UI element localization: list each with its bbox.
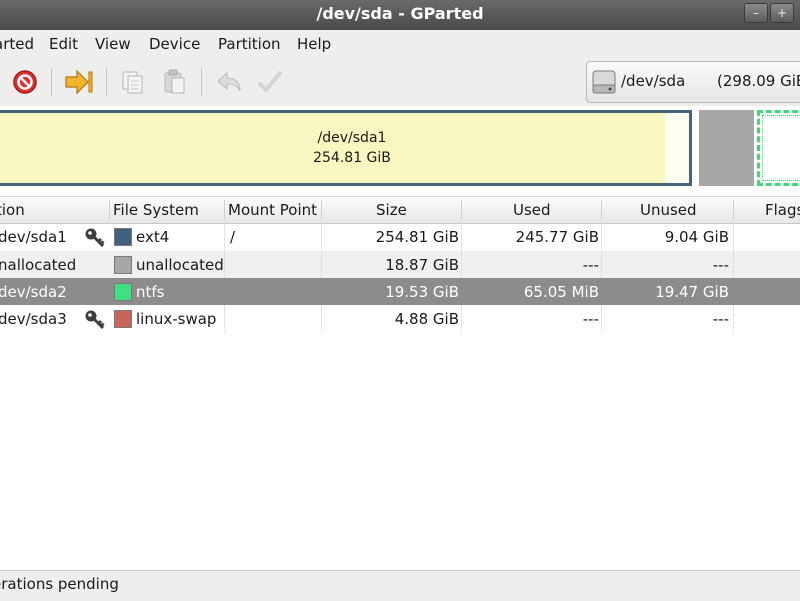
column-header-used[interactable]: Used bbox=[513, 201, 551, 219]
segment-size: 254.81 GiB bbox=[313, 150, 391, 166]
toolbar-separator bbox=[51, 68, 52, 96]
apply-icon bbox=[65, 69, 93, 95]
cell-size: 4.88 GiB bbox=[394, 310, 459, 328]
toolbar-separator bbox=[201, 68, 202, 96]
cell-used: 65.05 MiB bbox=[523, 283, 599, 301]
cell-file-system: ntfs bbox=[136, 283, 165, 301]
cancel-button[interactable] bbox=[8, 66, 42, 98]
device-size: (298.09 GiB bbox=[717, 72, 800, 90]
column-header-size[interactable]: Size bbox=[376, 201, 407, 219]
fs-color-swatch bbox=[114, 283, 132, 301]
cell-file-system: unallocated bbox=[136, 256, 224, 274]
minimize-button[interactable]: – bbox=[744, 3, 768, 23]
cell-file-system: ext4 bbox=[136, 228, 170, 246]
copy-button[interactable] bbox=[116, 66, 150, 98]
cell-used: --- bbox=[582, 310, 599, 328]
column-header-unused[interactable]: Unused bbox=[640, 201, 697, 219]
table-row[interactable]: dev/sda3 linux-swap 4.88 GiB --- --- bbox=[0, 305, 800, 332]
cell-mount-point: / bbox=[230, 228, 236, 246]
fs-color-swatch bbox=[114, 310, 132, 328]
table-row-selected[interactable]: dev/sda2 ntfs 19.53 GiB 65.05 MiB 19.47 … bbox=[0, 278, 800, 305]
status-bar: erations pending bbox=[0, 570, 800, 601]
segment-name: /dev/sda1 bbox=[317, 130, 387, 146]
menu-partition[interactable]: Partition bbox=[218, 35, 281, 53]
menu-device[interactable]: Device bbox=[149, 35, 200, 53]
undo-button[interactable] bbox=[212, 66, 246, 98]
cell-unused: --- bbox=[712, 310, 729, 328]
check-button[interactable] bbox=[253, 66, 287, 98]
window-title: /dev/sda - GParted bbox=[316, 4, 484, 23]
cell-partition: dev/sda2 bbox=[0, 283, 67, 301]
segment-label: /dev/sda1 254.81 GiB bbox=[0, 128, 704, 168]
disk-graphic: /dev/sda1 254.81 GiB bbox=[0, 106, 800, 192]
hard-disk-icon bbox=[592, 70, 616, 94]
cell-size: 18.87 GiB bbox=[385, 256, 459, 274]
cell-size: 19.53 GiB bbox=[385, 283, 459, 301]
cell-partition: nallocated bbox=[0, 256, 77, 274]
undo-icon bbox=[217, 71, 241, 92]
partition-table-header: tion File System Mount Point Size Used U… bbox=[0, 196, 800, 224]
partition-table: dev/sda1 ext4 / 254.81 GiB 245.77 GiB 9.… bbox=[0, 223, 800, 553]
cell-unused: --- bbox=[712, 256, 729, 274]
table-row[interactable]: dev/sda1 ext4 / 254.81 GiB 245.77 GiB 9.… bbox=[0, 223, 800, 250]
cell-file-system: linux-swap bbox=[136, 310, 217, 328]
column-header-mount-point[interactable]: Mount Point bbox=[228, 201, 317, 219]
copy-icon bbox=[122, 71, 143, 94]
menu-bar: arted Edit View Device Partition Help bbox=[0, 30, 800, 58]
column-header-flags[interactable]: Flags bbox=[765, 201, 800, 219]
status-text: erations pending bbox=[0, 575, 119, 593]
maximize-button[interactable]: + bbox=[770, 3, 794, 23]
device-selector[interactable]: /dev/sda (298.09 GiB bbox=[586, 61, 800, 103]
column-header-partition[interactable]: tion bbox=[0, 201, 25, 219]
paste-button[interactable] bbox=[158, 66, 192, 98]
key-icon bbox=[85, 228, 105, 248]
table-row[interactable]: nallocated unallocated 18.87 GiB --- --- bbox=[0, 251, 800, 278]
menu-view[interactable]: View bbox=[95, 35, 131, 53]
title-bar: /dev/sda - GParted – + bbox=[0, 0, 800, 30]
fs-color-swatch bbox=[114, 256, 132, 274]
cell-unused: 9.04 GiB bbox=[664, 228, 729, 246]
cell-used: --- bbox=[582, 256, 599, 274]
menu-gparted[interactable]: arted bbox=[0, 35, 34, 53]
apply-button[interactable] bbox=[62, 66, 96, 98]
column-header-file-system[interactable]: File System bbox=[113, 201, 199, 219]
menu-edit[interactable]: Edit bbox=[49, 35, 78, 53]
cell-used: 245.77 GiB bbox=[515, 228, 599, 246]
toolbar-separator bbox=[106, 68, 107, 96]
device-name: /dev/sda bbox=[621, 72, 686, 90]
check-icon bbox=[258, 71, 282, 92]
fs-color-swatch bbox=[114, 228, 132, 246]
cancel-icon bbox=[13, 70, 37, 94]
partition-segment-unallocated[interactable] bbox=[699, 110, 754, 186]
paste-icon bbox=[164, 69, 185, 94]
cell-size: 254.81 GiB bbox=[375, 228, 459, 246]
key-icon bbox=[85, 310, 105, 330]
cell-partition: dev/sda1 bbox=[0, 228, 67, 246]
cell-partition: dev/sda3 bbox=[0, 310, 67, 328]
partition-segment-sda2[interactable] bbox=[757, 110, 800, 186]
toolbar: /dev/sda (298.09 GiB bbox=[0, 58, 800, 107]
cell-unused: 19.47 GiB bbox=[655, 283, 729, 301]
menu-help[interactable]: Help bbox=[297, 35, 331, 53]
